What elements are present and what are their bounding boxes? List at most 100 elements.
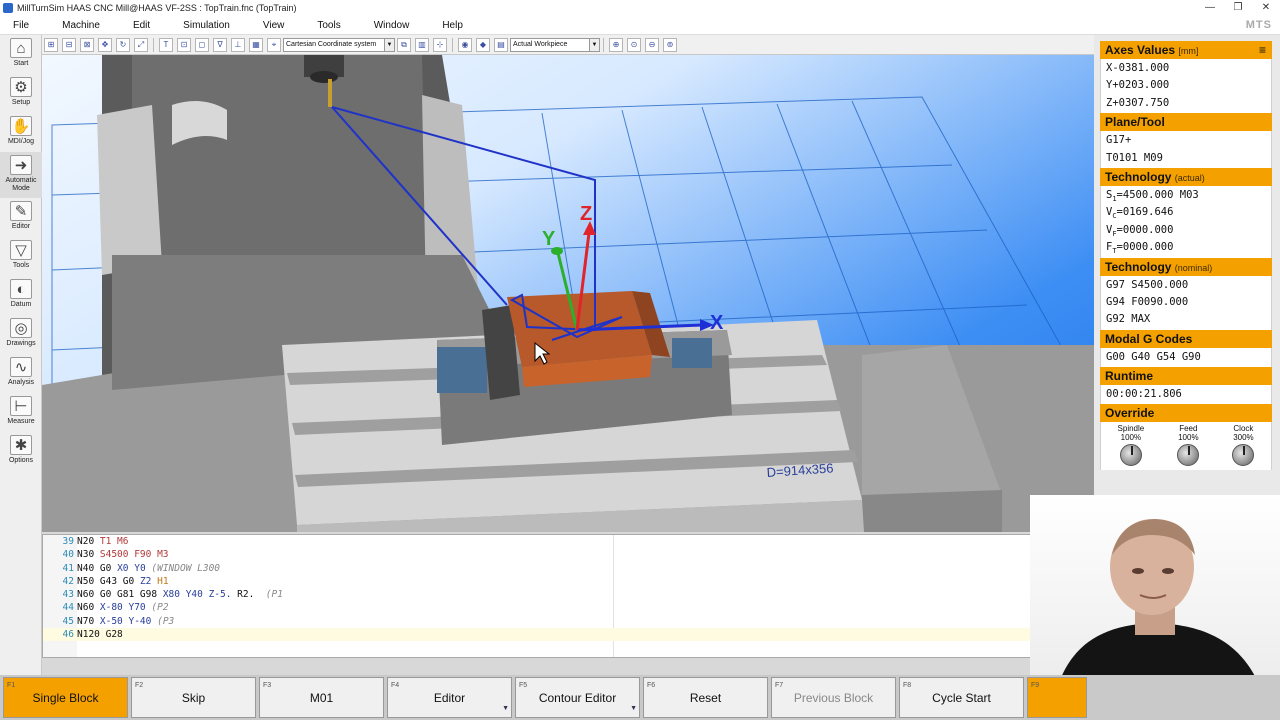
view-toolbar: ⊞ ⊟ ⊠ ✥ ↻ ⤢ T ⊡ ◻ ∇ ⊥ ▦ ⌖ Cartesian Coor… bbox=[42, 35, 1094, 55]
cube-icon[interactable]: ◆ bbox=[476, 37, 490, 52]
vise-jaw-left bbox=[437, 347, 487, 393]
code-line[interactable]: 43 N60 G0 G81 G98 X80 Y40 Z-5. R2. (P1 bbox=[43, 588, 1083, 601]
presenter-eye-left bbox=[1132, 568, 1144, 574]
nav-drawings[interactable]: ◎ Drawings bbox=[0, 315, 42, 354]
nav-tools[interactable]: ▽ Tools bbox=[0, 237, 42, 276]
axis-x-label: X bbox=[710, 312, 724, 334]
code-line[interactable]: 39 N20 T1 M6 bbox=[43, 535, 1083, 548]
view-top-icon[interactable]: ⊟ bbox=[62, 37, 76, 52]
rotate-icon[interactable]: ↻ bbox=[116, 37, 130, 52]
technology-nominal-header: Technology (nominal) bbox=[1100, 257, 1272, 276]
copy-icon[interactable]: ⧉ bbox=[397, 37, 411, 52]
function-key-f1[interactable]: F1 Single Block bbox=[3, 677, 128, 718]
nominal-spindle: G97 S4500.000 bbox=[1106, 278, 1189, 291]
wireframe-icon[interactable]: ◻ bbox=[195, 37, 209, 52]
function-key-label: Single Block bbox=[32, 690, 99, 705]
function-key-f6[interactable]: F6 Reset bbox=[643, 677, 768, 718]
function-key-number: F3 bbox=[263, 682, 272, 689]
spindle-override-label: Spindle bbox=[1117, 424, 1145, 434]
function-key-f2[interactable]: F2 Skip bbox=[131, 677, 256, 718]
override-title: Override bbox=[1105, 406, 1155, 421]
nav-setup[interactable]: ⚙ Setup bbox=[0, 74, 42, 113]
function-key-number: F4 bbox=[391, 682, 400, 689]
function-key-label: Cycle Start bbox=[932, 690, 991, 705]
code-line[interactable]: 40 N30 S4500 F90 M3 bbox=[43, 548, 1083, 561]
code-line[interactable]: 46 N120 G28 bbox=[43, 628, 1083, 642]
minimize-button[interactable]: — bbox=[1196, 0, 1224, 16]
workpiece-select[interactable]: Actual Workpiece ▼ bbox=[510, 37, 600, 52]
fit-icon[interactable]: ⤢ bbox=[134, 37, 148, 52]
menu-icon[interactable]: ≡ bbox=[1259, 41, 1266, 59]
pan-icon[interactable]: ✥ bbox=[98, 37, 112, 52]
chart-icon[interactable]: ▥ bbox=[415, 37, 429, 52]
camera-icon[interactable]: ◉ bbox=[458, 37, 472, 52]
technology-nominal-title: Technology bbox=[1105, 259, 1172, 274]
function-key-f7[interactable]: F7 Previous Block bbox=[771, 677, 896, 718]
zoom-window-icon[interactable]: ⊙ bbox=[627, 37, 641, 52]
clock-override-knob[interactable] bbox=[1232, 444, 1255, 467]
measure-tool-icon[interactable]: ⊹ bbox=[433, 37, 447, 52]
nav-datum[interactable]: ◐ Datum bbox=[0, 276, 42, 315]
spindle-override-knob[interactable] bbox=[1119, 444, 1142, 467]
function-key-f8[interactable]: F8 Cycle Start bbox=[899, 677, 1024, 718]
menu-help[interactable]: Help bbox=[429, 20, 463, 31]
function-key-f4[interactable]: F4 Editor ▼ bbox=[387, 677, 512, 718]
analysis-icon: ∿ bbox=[10, 357, 32, 377]
view-front-icon[interactable]: ⊞ bbox=[44, 37, 58, 52]
datum-icon: ◐ bbox=[10, 279, 32, 299]
modal-gcodes-value: G00 G40 G54 G90 bbox=[1106, 350, 1201, 363]
menu-file[interactable]: File bbox=[0, 20, 29, 31]
workpiece-icon[interactable]: ▦ bbox=[249, 37, 263, 52]
machine-3d-viewport[interactable]: X Y Z D=914x356 bbox=[42, 55, 1094, 532]
nav-start[interactable]: ⌂ Start bbox=[0, 35, 42, 74]
nav-editor[interactable]: ✎ Editor bbox=[0, 198, 42, 237]
function-key-f9[interactable]: F9 bbox=[1027, 677, 1087, 718]
nc-code-editor[interactable]: 39 N20 T1 M6 40 N30 S4500 F90 M3 41 N40 G0 X0… bbox=[42, 534, 1084, 658]
close-button[interactable]: ✕ bbox=[1252, 0, 1280, 16]
section-icon[interactable]: ⊡ bbox=[177, 37, 191, 52]
nav-options[interactable]: ✱ Options bbox=[0, 432, 42, 471]
axes-values-unit: [mm] bbox=[1178, 46, 1199, 56]
axis-z-value: Z+0307.750 bbox=[1106, 96, 1170, 109]
menu-machine[interactable]: Machine bbox=[49, 20, 100, 31]
hand-icon: ✋ bbox=[10, 116, 32, 136]
nav-label: Tools bbox=[12, 262, 30, 269]
nav-mdi-jog[interactable]: ✋ MDI/Jog bbox=[0, 113, 42, 152]
runtime-body: 00:00:21.806 bbox=[1100, 385, 1272, 405]
menu-edit[interactable]: Edit bbox=[120, 20, 150, 31]
nav-automatic-mode[interactable]: ➜ Automatic Mode bbox=[0, 152, 42, 198]
coordinate-system-select[interactable]: Cartesian Coordinate system ▼ bbox=[283, 37, 395, 52]
code-line[interactable]: 41 N40 G0 X0 Y0 (WINDOW L300 bbox=[43, 562, 1083, 575]
function-key-label: Editor bbox=[433, 690, 466, 705]
code-token: G0 bbox=[99, 562, 118, 574]
code-line[interactable]: 45 N70 X-50 Y-40 (P3 bbox=[43, 615, 1083, 628]
axes-icon[interactable]: ⊥ bbox=[231, 37, 245, 52]
vise-jaw-right bbox=[672, 338, 712, 368]
view-iso-icon[interactable]: ⊠ bbox=[80, 37, 94, 52]
zoom-out-icon[interactable]: ⊖ bbox=[645, 37, 659, 52]
column-face bbox=[132, 55, 427, 285]
code-line[interactable]: 44 N60 X-80 Y70 (P2 bbox=[43, 601, 1083, 614]
code-line[interactable]: 42 N50 G43 G0 Z2 H1 bbox=[43, 575, 1083, 588]
function-key-number: F5 bbox=[519, 682, 528, 689]
feed-override-knob[interactable] bbox=[1177, 444, 1200, 467]
zoom-fit-icon[interactable]: ⊚ bbox=[663, 37, 677, 52]
tool-value: T0101 M09 bbox=[1106, 151, 1163, 164]
clock-override-value: 300% bbox=[1233, 433, 1254, 443]
zoom-in-icon[interactable]: ⊕ bbox=[609, 37, 623, 52]
nav-analysis[interactable]: ∿ Analysis bbox=[0, 354, 42, 393]
menu-window[interactable]: Window bbox=[361, 20, 410, 31]
function-key-f5[interactable]: F5 Contour Editor ▼ bbox=[515, 677, 640, 718]
presenter-eye-right bbox=[1162, 568, 1174, 574]
menu-view[interactable]: View bbox=[250, 20, 285, 31]
code-token: (P2 bbox=[151, 602, 169, 614]
nav-measure[interactable]: ⊢ Measure bbox=[0, 393, 42, 432]
tool-path-icon[interactable]: ∇ bbox=[213, 37, 227, 52]
drawings-icon: ◎ bbox=[10, 318, 32, 338]
function-key-f3[interactable]: F3 M01 bbox=[259, 677, 384, 718]
code-token: (WINDOW L300 bbox=[151, 562, 221, 574]
menu-simulation[interactable]: Simulation bbox=[170, 20, 230, 31]
menu-tools[interactable]: Tools bbox=[304, 20, 340, 31]
maximize-button[interactable]: ❐ bbox=[1224, 0, 1252, 16]
text-icon[interactable]: T bbox=[159, 37, 173, 52]
